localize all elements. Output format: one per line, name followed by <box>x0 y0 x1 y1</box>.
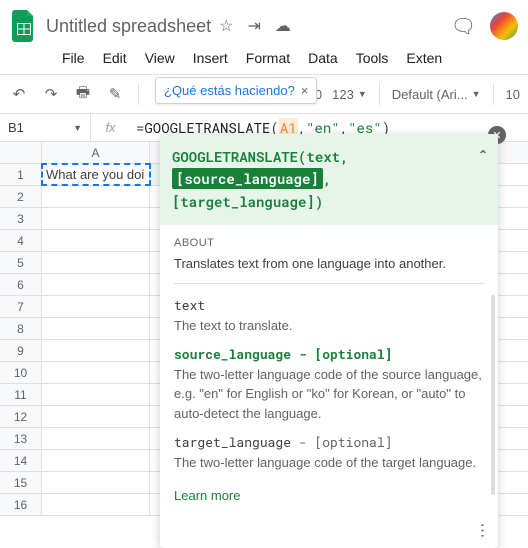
learn-more-link[interactable]: Learn more <box>174 486 240 506</box>
param-optional: - [optional] <box>291 433 392 451</box>
menu-format[interactable]: Format <box>246 50 290 66</box>
row-header[interactable]: 10 <box>0 362 42 383</box>
row-header[interactable]: 13 <box>0 428 42 449</box>
undo-icon[interactable]: ↶ <box>8 83 30 105</box>
param-optional: - [optional] <box>291 345 392 363</box>
param-block: target_language - [optional] The two-lett… <box>174 433 484 472</box>
cell[interactable] <box>42 208 150 229</box>
cell[interactable] <box>42 318 150 339</box>
cell[interactable] <box>42 450 150 471</box>
menu-edit[interactable]: Edit <box>103 50 127 66</box>
font-select[interactable]: Default (Ari... <box>392 87 468 102</box>
row-header[interactable]: 6 <box>0 274 42 295</box>
overflow-menu-icon[interactable]: ⋯ <box>473 522 493 537</box>
print-icon[interactable]: 🖶 <box>72 83 94 105</box>
menu-extensions[interactable]: Exten <box>406 50 442 66</box>
cell[interactable] <box>42 406 150 427</box>
cell[interactable] <box>42 296 150 317</box>
row-header[interactable]: 3 <box>0 208 42 229</box>
cell[interactable] <box>42 252 150 273</box>
menu-file[interactable]: File <box>62 50 85 66</box>
row-header[interactable]: 16 <box>0 494 42 515</box>
menu-tools[interactable]: Tools <box>356 50 389 66</box>
param-block: source_language - [optional] The two-lett… <box>174 345 484 423</box>
chevron-down-icon: ▼ <box>472 89 481 99</box>
param-block: text The text to translate. <box>174 296 484 335</box>
select-all-corner[interactable] <box>0 142 42 163</box>
formula-help-popup: ✕ GOOGLETRANSLATE(text, [source_language… <box>160 134 498 548</box>
star-icon[interactable]: ☆ <box>219 16 233 36</box>
cell[interactable] <box>42 340 150 361</box>
redo-icon[interactable]: ↷ <box>40 83 62 105</box>
row-header[interactable]: 11 <box>0 384 42 405</box>
fx-label: fx <box>90 114 130 141</box>
cell[interactable]: What are you doi <box>42 164 150 185</box>
name-box-value: B1 <box>8 120 24 135</box>
row-header[interactable]: 2 <box>0 186 42 207</box>
cloud-icon[interactable]: ☁ <box>275 16 291 36</box>
row-header[interactable]: 7 <box>0 296 42 317</box>
scrollbar[interactable] <box>491 295 495 495</box>
cell[interactable] <box>42 428 150 449</box>
doc-title[interactable]: Untitled spreadsheet <box>46 16 211 37</box>
menu-view[interactable]: View <box>145 50 175 66</box>
font-size[interactable]: 10 <box>506 87 520 102</box>
chevron-down-icon: ▼ <box>73 123 82 133</box>
param-desc: The two-letter language code of the targ… <box>174 453 484 473</box>
col-header-a[interactable]: A <box>42 142 150 163</box>
sheets-logo[interactable] <box>10 8 38 44</box>
help-signature: GOOGLETRANSLATE(text, [source_language],… <box>160 134 498 225</box>
comments-icon[interactable]: 🗨 <box>451 14 476 39</box>
row-header[interactable]: 12 <box>0 406 42 427</box>
cell[interactable] <box>42 472 150 493</box>
param-name: target_language <box>174 433 291 451</box>
row-header[interactable]: 14 <box>0 450 42 471</box>
formula-preview-tooltip: ¿Qué estás haciendo? × <box>155 77 317 104</box>
number-format-menu[interactable]: 123 <box>332 87 354 102</box>
param-name: text <box>174 296 205 314</box>
param-desc: The two-letter language code of the sour… <box>174 365 484 424</box>
menu-data[interactable]: Data <box>308 50 338 66</box>
chevron-down-icon: ▼ <box>358 89 367 99</box>
preview-text: ¿Qué estás haciendo? <box>164 83 295 98</box>
cell[interactable] <box>42 362 150 383</box>
row-header[interactable]: 5 <box>0 252 42 273</box>
cell[interactable] <box>42 274 150 295</box>
row-header[interactable]: 9 <box>0 340 42 361</box>
cell[interactable] <box>42 384 150 405</box>
about-text: Translates text from one language into a… <box>174 254 484 274</box>
row-header[interactable]: 8 <box>0 318 42 339</box>
param-name: source_language <box>174 345 291 363</box>
cell[interactable] <box>42 494 150 515</box>
cell[interactable] <box>42 186 150 207</box>
move-icon[interactable]: ⇥ <box>247 16 260 36</box>
param-desc: The text to translate. <box>174 316 484 336</box>
divider <box>174 283 484 284</box>
cell[interactable] <box>42 230 150 251</box>
about-heading: ABOUT <box>174 235 484 252</box>
row-header[interactable]: 4 <box>0 230 42 251</box>
menu-insert[interactable]: Insert <box>193 50 228 66</box>
close-icon[interactable]: × <box>301 83 309 98</box>
avatar[interactable] <box>490 12 518 40</box>
chevron-up-icon[interactable]: ⌃ <box>478 146 488 165</box>
row-header[interactable]: 1 <box>0 164 42 185</box>
name-box[interactable]: B1 ▼ <box>0 114 90 141</box>
paint-format-icon[interactable]: ✎ <box>104 83 126 105</box>
row-header[interactable]: 15 <box>0 472 42 493</box>
